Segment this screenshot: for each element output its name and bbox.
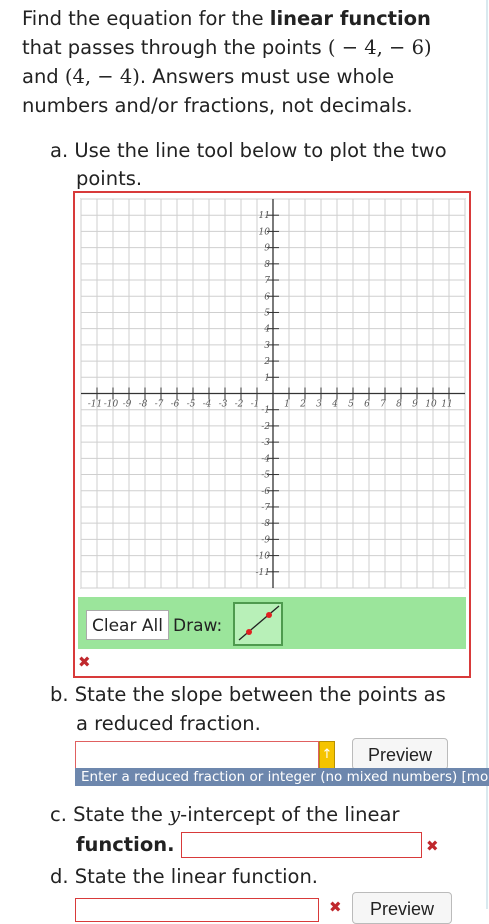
y-tick-label: -9 xyxy=(261,535,270,545)
x-tick-label: 3 xyxy=(316,400,322,410)
y-tick-label: -10 xyxy=(256,552,271,562)
x-tick-label: 7 xyxy=(380,400,386,410)
x-tick-label: 5 xyxy=(348,400,354,410)
x-tick-label: -11 xyxy=(88,400,103,410)
x-tick-label: 6 xyxy=(364,400,370,410)
x-tick-label: 4 xyxy=(331,400,338,410)
y-tick-label: 3 xyxy=(264,341,270,351)
part-a-line: points. xyxy=(76,167,143,190)
x-tick-label: -8 xyxy=(139,400,148,410)
part-b-line: a reduced fraction. xyxy=(76,712,261,735)
y-tick-label: -11 xyxy=(256,568,271,578)
error-icon: ✖ xyxy=(329,898,342,916)
y-tick-label: -8 xyxy=(261,519,270,529)
draw-label: Draw: xyxy=(173,616,223,636)
preview-button-2[interactable]: Preview xyxy=(352,892,452,924)
part-c-line: -intercept of the linear xyxy=(180,803,400,826)
y-tick-label: 8 xyxy=(264,260,270,270)
y-tick-label: 6 xyxy=(264,292,270,302)
intro-text: and xyxy=(22,65,65,88)
y-tick-label: 1 xyxy=(264,373,270,383)
part-c-line: c. State the xyxy=(50,803,170,826)
x-tick-label: -6 xyxy=(171,400,180,410)
part-a-line: a. Use the line tool below to plot the t… xyxy=(50,139,447,162)
intro-bold: linear function xyxy=(269,7,431,30)
part-c-line: function. xyxy=(76,833,175,856)
slope-input[interactable] xyxy=(75,741,319,769)
x-tick-label: -7 xyxy=(155,400,164,410)
y-tick-label: 5 xyxy=(264,308,270,318)
y-tick-label: -7 xyxy=(261,503,270,513)
y-tick-label: 7 xyxy=(264,276,270,286)
answer-hint[interactable]: Enter a reduced fraction or integer (no … xyxy=(75,768,489,786)
intro-text: . Answers must use whole xyxy=(139,65,395,88)
x-tick-label: 2 xyxy=(299,400,306,410)
x-tick-label: 9 xyxy=(412,400,418,410)
clear-all-button[interactable]: Clear All xyxy=(86,610,169,640)
graph-widget: -11 -10 -9 -8 -7 -6 -5 -4 -3 -2 -1 1 2 3 4 5 6 7 8 9 10 11 11 1… xyxy=(73,191,471,678)
x-tick-label: -3 xyxy=(219,400,228,410)
question-text: Find the equation for the linear functio… xyxy=(22,4,472,120)
preview-button[interactable]: Preview xyxy=(352,738,448,770)
part-b-line: b. State the slope between the points as xyxy=(50,683,446,706)
y-tick-label: -4 xyxy=(261,454,270,464)
graph-toolbar: Clear All Draw: xyxy=(78,597,466,649)
x-tick-label: 10 xyxy=(425,400,437,410)
x-tick-label: -9 xyxy=(123,400,132,410)
function-input[interactable] xyxy=(75,898,319,922)
part-b-text: b. State the slope between the points as… xyxy=(50,680,470,738)
part-a-text: a. Use the line tool below to plot the t… xyxy=(50,137,470,193)
x-tick-label: 1 xyxy=(284,400,290,410)
y-tick-label: 10 xyxy=(259,227,271,237)
error-icon: ✖ xyxy=(426,837,439,855)
x-tick-label: -5 xyxy=(187,400,196,410)
y-tick-label: 2 xyxy=(263,357,270,367)
y-tick-label: -2 xyxy=(261,422,270,432)
y-tick-label: -5 xyxy=(261,471,270,481)
line-tool-icon xyxy=(238,605,280,641)
part-d-text: d. State the linear function. xyxy=(50,865,319,888)
point-1: ( − 4, − 6) xyxy=(327,36,432,59)
x-tick-label: -10 xyxy=(104,400,119,410)
x-tick-label: 8 xyxy=(396,400,402,410)
x-tick-label: 11 xyxy=(441,400,452,410)
intro-text: Find the equation for the xyxy=(22,7,270,30)
y-tick-label: 4 xyxy=(263,325,270,335)
y-tick-label: -3 xyxy=(261,438,270,448)
x-tick-label: -4 xyxy=(203,400,212,410)
error-icon: ✖ xyxy=(78,653,91,671)
point-2: (4, − 4) xyxy=(64,65,140,88)
intercept-input[interactable] xyxy=(181,832,422,858)
coordinate-grid[interactable]: -11 -10 -9 -8 -7 -6 -5 -4 -3 -2 -1 1 2 3 4 5 6 7 8 9 10 11111… xyxy=(78,196,468,591)
y-variable: y xyxy=(169,803,181,826)
warning-arrow-icon[interactable]: ↑ xyxy=(319,741,335,769)
y-tick-label: 11 xyxy=(259,211,270,221)
x-tick-label: -2 xyxy=(235,400,244,410)
y-tick-label: 9 xyxy=(264,244,270,254)
intro-text: numbers and/or fractions, not decimals. xyxy=(22,94,413,117)
x-tick-label: -1 xyxy=(251,400,260,410)
line-tool-button[interactable] xyxy=(233,602,283,646)
y-tick-label: -6 xyxy=(261,487,270,497)
intro-text: that passes through the points xyxy=(22,36,328,59)
y-tick-label: -1 xyxy=(261,406,270,416)
question-panel: Find the equation for the linear functio… xyxy=(0,0,489,924)
